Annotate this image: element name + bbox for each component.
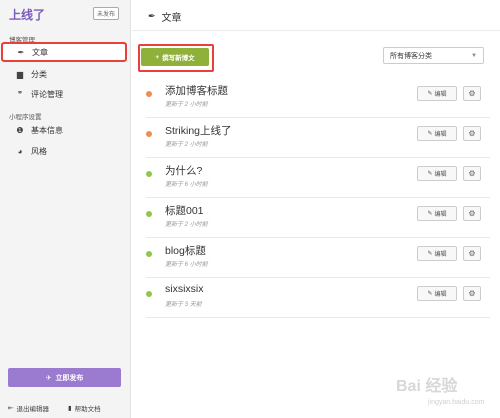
pencil-icon: ✎ — [427, 91, 433, 97]
chevron-down-icon: ▼ — [471, 52, 477, 59]
pencil-icon: ✎ — [427, 171, 433, 177]
page-title-text: 文章 — [161, 13, 182, 24]
edit-button[interactable]: ✎ 编辑 — [417, 166, 457, 181]
page-title: ✒ 文章 — [148, 9, 182, 24]
edit-label: 编辑 — [434, 92, 447, 98]
feather-icon: ✒ — [148, 11, 156, 21]
sidebar-item-label: 风格 — [31, 146, 47, 156]
sidebar-item-categories[interactable]: ▆ 分类 — [0, 64, 131, 84]
sidebar-item-label: 基本信息 — [31, 125, 63, 135]
sidebar-item-label: 文章 — [32, 47, 48, 57]
publish-button[interactable]: ✈ 立即发布 — [8, 368, 121, 387]
watermark-url: jingyan.baidu.com — [428, 399, 485, 406]
post-time: 更新于 6 小时前 — [165, 262, 208, 268]
post-time: 更新于 2 小时前 — [165, 102, 208, 108]
sidebar-item-basic-info[interactable]: ❶ 基本信息 — [0, 120, 131, 140]
status-dot — [146, 251, 152, 257]
edit-button[interactable]: ✎ 编辑 — [417, 246, 457, 261]
sidebar: 上线了 未发布 博客管理 ✒ 文章 ▆ 分类 ❞ 评论管理 小程序设置 ❶ 基本… — [0, 0, 131, 418]
sign-out-icon: ⇤ — [8, 405, 14, 412]
post-title[interactable]: blog标题 — [165, 243, 206, 258]
plus-icon: + — [155, 53, 160, 61]
divider — [132, 30, 500, 31]
pencil-icon: ✎ — [427, 211, 433, 217]
post-title[interactable]: Striking上线了 — [165, 123, 232, 138]
book-icon: ▮ — [68, 405, 72, 412]
help-docs-label: 帮助文档 — [74, 406, 101, 413]
list-item[interactable]: Striking上线了 更新于 2 小时前 ✎ 编辑 ⚙ — [146, 118, 490, 158]
rocket-icon: ✈ — [45, 374, 52, 382]
post-title[interactable]: sixsixsix — [165, 283, 204, 295]
edit-button[interactable]: ✎ 编辑 — [417, 126, 457, 141]
list-item[interactable]: blog标题 更新于 6 小时前 ✎ 编辑 ⚙ — [146, 238, 490, 278]
post-time: 更新于 6 小时前 — [165, 182, 208, 188]
comments-icon: ❞ — [17, 89, 23, 99]
pencil-icon: ✎ — [427, 291, 433, 297]
list-item[interactable]: sixsixsix 更新于 3 天前 ✎ 编辑 ⚙ — [146, 278, 490, 318]
gear-icon: ⚙ — [468, 289, 476, 298]
settings-button[interactable]: ⚙ — [463, 166, 481, 181]
help-docs-link[interactable]: ▮ 帮助文档 — [68, 403, 101, 413]
edit-label: 编辑 — [434, 252, 447, 258]
post-title[interactable]: 标题001 — [165, 203, 204, 218]
post-time: 更新于 2 小时前 — [165, 142, 208, 148]
post-title[interactable]: 添加博客标题 — [165, 83, 228, 98]
post-time: 更新于 3 天前 — [165, 302, 202, 308]
list-item[interactable]: 为什么? 更新于 6 小时前 ✎ 编辑 ⚙ — [146, 158, 490, 198]
gear-icon: ⚙ — [468, 89, 476, 98]
info-icon: ❶ — [16, 125, 24, 135]
pencil-icon: ✎ — [427, 251, 433, 257]
gear-icon: ⚙ — [468, 169, 476, 178]
settings-button[interactable]: ⚙ — [463, 286, 481, 301]
edit-label: 编辑 — [434, 212, 447, 218]
folder-icon: ▆ — [16, 69, 24, 79]
category-select[interactable]: 所有博客分类 ▼ — [383, 47, 484, 64]
settings-button[interactable]: ⚙ — [463, 246, 481, 261]
post-time: 更新于 2 小时前 — [165, 222, 208, 228]
main-content: ✒ 文章 + 撰写新博文 所有博客分类 ▼ 添加博客标题 更新于 2 小时前 ✎… — [132, 0, 500, 418]
settings-button[interactable]: ⚙ — [463, 86, 481, 101]
gear-icon: ⚙ — [468, 249, 476, 258]
watermark-logo: Bai 经验 — [396, 378, 458, 395]
sidebar-item-posts[interactable]: ✒ 文章 — [1, 42, 127, 62]
feather-icon: ✒ — [17, 47, 25, 57]
exit-editor-link[interactable]: ⇤ 退出编辑器 — [8, 403, 49, 413]
post-title[interactable]: 为什么? — [165, 163, 202, 178]
status-dot — [146, 291, 152, 297]
edit-button[interactable]: ✎ 编辑 — [417, 206, 457, 221]
edit-label: 编辑 — [434, 292, 447, 298]
pencil-icon: ✎ — [427, 131, 433, 137]
settings-button[interactable]: ⚙ — [463, 206, 481, 221]
status-dot — [146, 211, 152, 217]
list-item[interactable]: 标题001 更新于 2 小时前 ✎ 编辑 ⚙ — [146, 198, 490, 238]
exit-editor-label: 退出编辑器 — [16, 406, 49, 413]
edit-label: 编辑 — [434, 132, 447, 138]
category-select-value: 所有博客分类 — [390, 52, 432, 60]
status-dot — [146, 171, 152, 177]
list-item[interactable]: 添加博客标题 更新于 2 小时前 ✎ 编辑 ⚙ — [146, 78, 490, 118]
publish-label: 立即发布 — [55, 374, 84, 382]
palette-icon: ◕ — [17, 146, 23, 156]
edit-button[interactable]: ✎ 编辑 — [417, 286, 457, 301]
edit-button[interactable]: ✎ 编辑 — [417, 86, 457, 101]
sidebar-item-style[interactable]: ◕ 风格 — [0, 141, 131, 161]
gear-icon: ⚙ — [468, 129, 476, 138]
gear-icon: ⚙ — [468, 209, 476, 218]
sidebar-item-label: 评论管理 — [31, 89, 63, 99]
sidebar-item-label: 分类 — [31, 69, 47, 79]
status-badge: 未发布 — [93, 7, 120, 20]
status-dot — [146, 91, 152, 97]
new-post-button[interactable]: + 撰写新博文 — [141, 48, 209, 66]
sidebar-item-comments[interactable]: ❞ 评论管理 — [0, 84, 131, 104]
settings-button[interactable]: ⚙ — [463, 126, 481, 141]
status-dot — [146, 131, 152, 137]
site-title[interactable]: 上线了 — [9, 6, 45, 23]
new-post-label: 撰写新博文 — [162, 55, 195, 62]
edit-label: 编辑 — [434, 172, 447, 178]
